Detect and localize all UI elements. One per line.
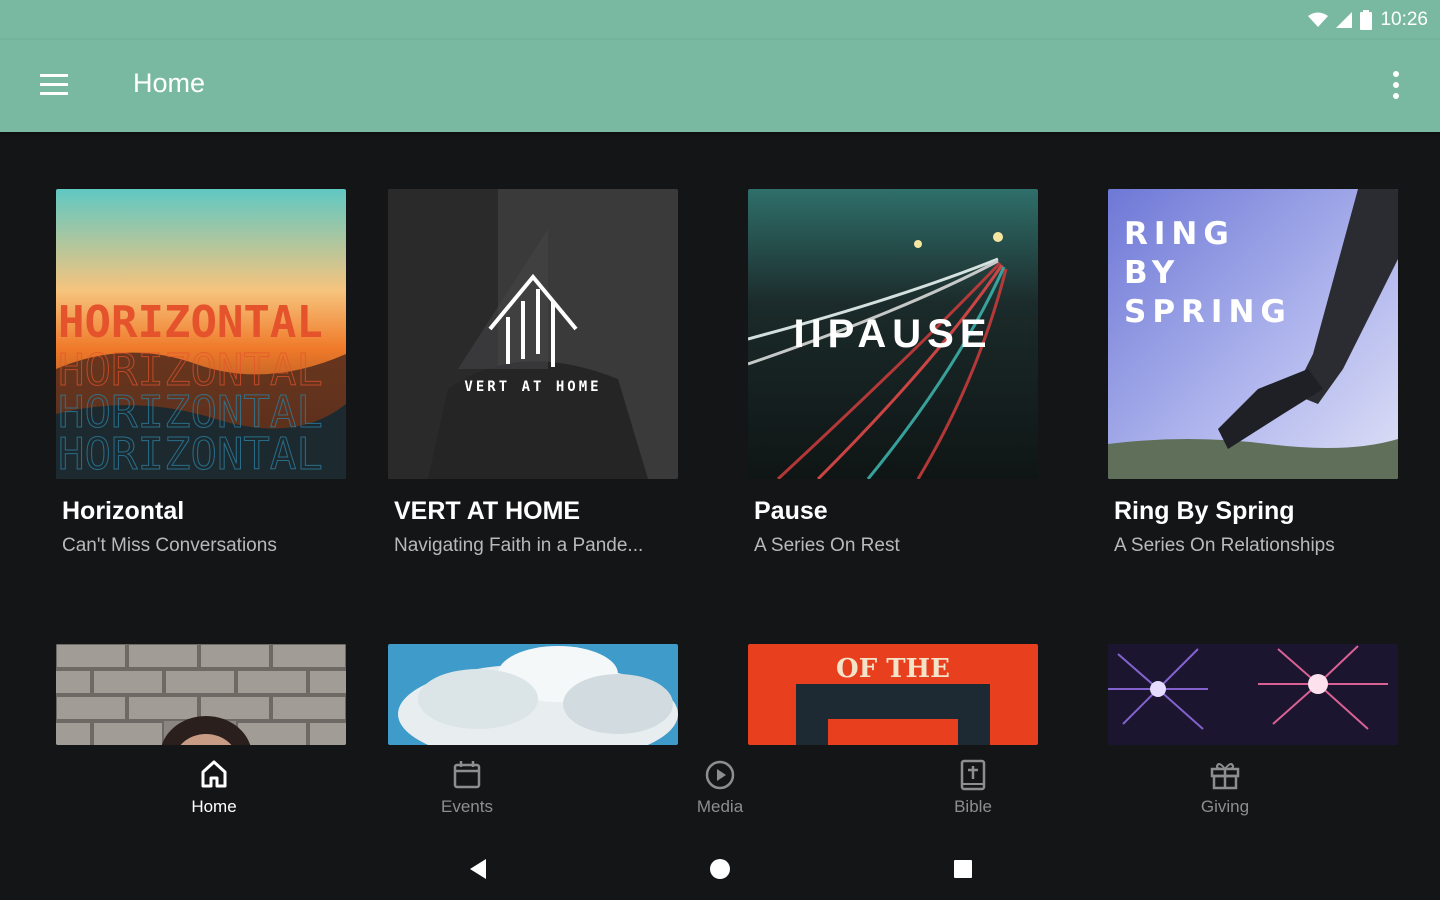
series-title: Pause xyxy=(754,497,828,525)
svg-text:HORIZONTAL: HORIZONTAL xyxy=(58,429,323,479)
nav-events[interactable]: Events xyxy=(402,745,532,835)
gift-icon xyxy=(1210,763,1240,790)
series-artwork: IIPAUSE xyxy=(748,189,1038,479)
wifi-icon xyxy=(1308,12,1329,27)
nav-label: Home xyxy=(191,797,237,816)
svg-text:SPRING: SPRING xyxy=(1124,294,1292,330)
status-bar: 10:26 xyxy=(0,0,1440,40)
back-icon[interactable] xyxy=(460,851,496,887)
series-artwork xyxy=(388,644,678,745)
series-subtitle: Navigating Faith in a Pande... xyxy=(394,535,644,556)
nav-label: Events xyxy=(441,797,493,816)
page-title: Home xyxy=(133,68,206,98)
nav-label: Giving xyxy=(1200,797,1250,816)
nav-giving[interactable]: Giving xyxy=(1160,745,1290,835)
series-artwork xyxy=(1108,644,1398,745)
nav-label: Media xyxy=(696,797,744,816)
series-title: Ring By Spring xyxy=(1114,497,1295,525)
svg-text:RING: RING xyxy=(1124,216,1235,252)
series-artwork: RING BY SPRING xyxy=(1108,189,1398,479)
status-icons: 10:26 xyxy=(1308,6,1428,34)
calendar-icon xyxy=(453,761,481,789)
series-card-partial[interactable] xyxy=(388,644,678,745)
svg-text:IIPAUSE: IIPAUSE xyxy=(793,312,992,356)
nav-home[interactable]: Home xyxy=(149,745,279,835)
poster-text: OF THE xyxy=(836,654,950,684)
series-card-partial[interactable] xyxy=(1108,644,1398,745)
series-artwork xyxy=(56,644,346,745)
nav-media[interactable]: Media xyxy=(655,745,785,835)
home-icon xyxy=(201,760,227,788)
app-bar: Home xyxy=(0,40,1440,132)
system-navigation-bar xyxy=(0,835,1440,900)
series-artwork: OF THE xyxy=(748,644,1038,745)
status-time: 10:26 xyxy=(1380,9,1428,30)
nav-label: Bible xyxy=(954,797,992,816)
svg-text:HORIZONTAL: HORIZONTAL xyxy=(58,297,323,348)
series-subtitle: Can't Miss Conversations xyxy=(62,535,277,556)
play-circle-icon xyxy=(705,760,735,790)
series-title: Horizontal xyxy=(62,497,185,525)
series-subtitle: A Series On Relationships xyxy=(1114,535,1335,556)
series-card-horizontal[interactable]: HORIZONTAL HORIZONTAL HORIZONTAL HORIZON… xyxy=(56,189,346,557)
nav-bible[interactable]: Bible xyxy=(908,745,1038,835)
series-artwork: HORIZONTAL HORIZONTAL HORIZONTAL HORIZON… xyxy=(56,189,346,479)
series-artwork: VERT AT HOME xyxy=(388,189,678,479)
series-card-partial[interactable] xyxy=(56,644,346,745)
bible-icon xyxy=(960,759,986,791)
svg-text:BY: BY xyxy=(1124,255,1180,291)
signal-icon xyxy=(1336,12,1353,28)
home-circle-icon[interactable] xyxy=(702,851,738,887)
series-card-pause[interactable]: IIPAUSE Pause A Series On Rest xyxy=(748,189,1038,557)
recents-icon[interactable] xyxy=(945,851,981,887)
series-subtitle: A Series On Rest xyxy=(754,535,900,556)
series-card-ring-by-spring[interactable]: RING BY SPRING Ring By Spring A Series O… xyxy=(1108,189,1398,557)
bottom-navigation: Home Events Media Bible Giving xyxy=(0,745,1440,835)
series-card-partial[interactable]: OF THE xyxy=(748,644,1038,745)
series-title: VERT AT HOME xyxy=(394,497,581,525)
series-card-vert-at-home[interactable]: VERT AT HOME VERT AT HOME Navigating Fai… xyxy=(388,189,678,557)
battery-icon xyxy=(1360,10,1373,30)
svg-text:VERT AT HOME: VERT AT HOME xyxy=(464,379,601,395)
more-vert-icon[interactable] xyxy=(1388,68,1404,104)
menu-icon[interactable] xyxy=(38,72,70,98)
